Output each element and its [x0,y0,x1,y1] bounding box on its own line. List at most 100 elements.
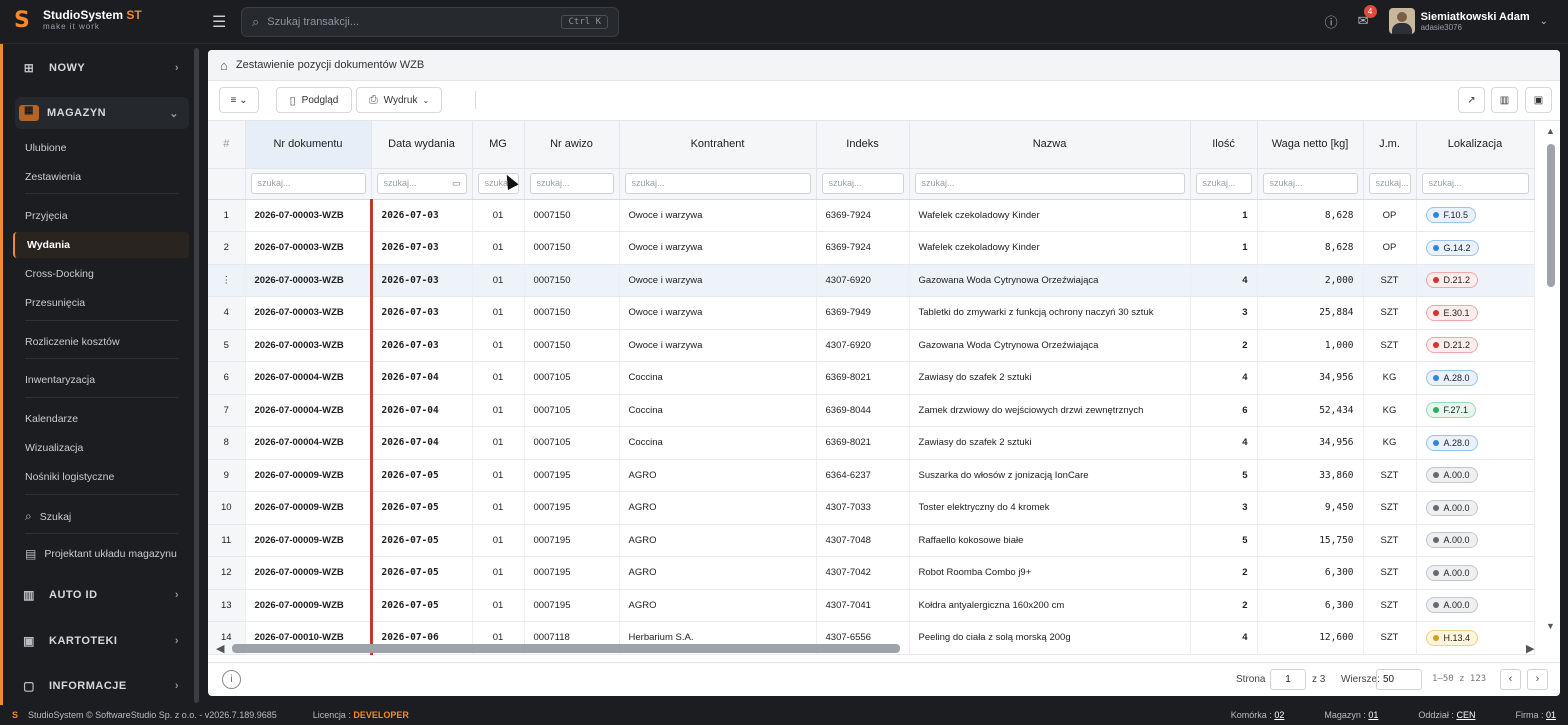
table-row[interactable]: 1 2026-07-00003-WZB 2026-07-03 01 0007150 Owo… [208,199,1535,232]
filter-input[interactable]: szukaj... [914,173,1185,194]
table-row[interactable]: 10 2026-07-00009-WZB 2026-07-05 01 0007195 AG… [208,491,1535,525]
location-badge[interactable]: F.10.5 [1425,207,1477,224]
sidebar-item-zestawienia[interactable]: Zestawienia [25,171,81,183]
scroll-up-icon[interactable]: ▲ [1546,126,1555,136]
scroll-down-icon[interactable]: ▼ [1546,621,1555,631]
location-badge[interactable]: F.27.1 [1425,402,1477,419]
column-header[interactable]: Nazwa [909,121,1191,169]
date-filter-input[interactable]: szukaj... ▭ [376,173,467,194]
table-row[interactable]: 4 2026-07-00003-WZB 2026-07-03 01 0007150 Owo… [208,296,1535,330]
location-badge[interactable]: D.21.2 [1425,272,1479,289]
sidebar-group-kartoteki[interactable]: ▣ KARTOTEKI › [15,625,189,657]
table-row[interactable]: ⋮ 2026-07-00003-WZB 2026-07-03 01 0007150 Owo… [208,264,1535,297]
user-menu[interactable]: Siemiatkowski Adam adasie3076 [1421,11,1530,32]
filter-input[interactable]: szukaj... [1368,173,1411,194]
filter-input[interactable]: szukaj... [624,173,811,194]
collapse-menu-icon[interactable]: ☰ [212,12,226,32]
cell-indicator[interactable]: Komórka : 02 [1211,710,1285,720]
columns-button[interactable]: ▥ [1491,87,1518,113]
horizontal-scrollbar[interactable]: ◀ ▶ [216,642,1538,656]
filter-input[interactable]: szukaj... [529,173,614,194]
column-header[interactable]: MG [472,121,525,169]
table-row[interactable]: 13 2026-07-00009-WZB 2026-07-05 01 0007195 AG… [208,589,1535,622]
filter-input[interactable]: szukaj... [250,173,366,194]
column-header[interactable]: Waga netto [kg] [1257,121,1364,169]
calendar-icon[interactable]: ▭ [452,174,461,193]
sidebar-item-cross-docking[interactable]: Cross-Docking [25,268,94,280]
location-badge[interactable]: A.00.0 [1425,532,1478,549]
search-input[interactable]: Szukaj transakcji... [267,16,561,28]
vertical-scrollbar[interactable]: ▲ ▼ [1546,126,1556,631]
sidebar-item-inwentaryzacja[interactable]: Inwentaryzacja [25,374,95,386]
table-row[interactable]: 12 2026-07-00009-WZB 2026-07-05 01 0007195 AG… [208,556,1535,590]
avatar[interactable] [1388,8,1415,34]
location-badge[interactable]: A.00.0 [1425,564,1478,581]
page-input[interactable]: 1 [1270,669,1306,690]
location-badge[interactable]: G.14.2 [1425,239,1479,256]
info-icon[interactable]: i [222,670,241,689]
sidebar-item-projektant[interactable]: ▤ Projektant układu magazynu [25,547,177,561]
info-icon[interactable]: ⓘ [1325,12,1338,31]
chart-button[interactable]: ↗ [1458,87,1485,113]
scroll-thumb[interactable] [1547,144,1555,287]
save-button[interactable]: ▣ [1525,87,1552,113]
warehouse-indicator[interactable]: Magazyn : 01 [1304,710,1378,720]
filter-input[interactable]: szukaj... [821,173,904,194]
table-row[interactable]: 8 2026-07-00004-WZB 2026-07-04 01 0007105 Coc… [208,426,1535,460]
column-header[interactable]: Data wydania [371,121,473,169]
table-row[interactable]: 11 2026-07-00009-WZB 2026-07-05 01 0007195 AG… [208,524,1535,557]
location-badge[interactable]: A.28.0 [1425,369,1478,386]
chevron-down-icon[interactable]: ⌄ [1540,16,1548,27]
column-header[interactable]: Nr awizo [524,121,620,169]
sidebar-item-ulubione[interactable]: Ulubione [25,142,66,154]
filter-input[interactable]: szukaj... [1262,173,1358,194]
column-header[interactable]: Lokalizacja [1416,121,1535,169]
filter-input[interactable]: szukaj... [1195,173,1252,194]
scroll-right-icon[interactable]: ▶ [1526,642,1534,655]
location-badge[interactable]: A.28.0 [1425,434,1478,451]
app-logo[interactable]: S StudioSystem ST make it work [14,9,142,33]
location-badge[interactable]: A.00.0 [1425,597,1478,614]
location-badge[interactable]: A.00.0 [1425,499,1478,516]
location-badge[interactable]: A.00.0 [1425,467,1478,484]
table-row[interactable]: 7 2026-07-00004-WZB 2026-07-04 01 0007105 Coc… [208,394,1535,427]
scroll-left-icon[interactable]: ◀ [216,642,224,655]
sidebar-scrollbar[interactable] [194,48,199,703]
company-indicator[interactable]: Firma : 01 [1495,710,1556,720]
mail-icon[interactable]: ✉ 4 [1358,5,1377,29]
transaction-search[interactable]: ⌕ Szukaj transakcji... Ctrl K [241,7,619,37]
home-icon[interactable]: ⌂ [220,58,228,73]
filter-input[interactable]: szukaj... [1421,173,1529,194]
print-button[interactable]: ⎙ Wydruk ⌄ [356,87,442,113]
table-row[interactable]: 9 2026-07-00009-WZB 2026-07-05 01 0007195 AGR… [208,459,1535,492]
table-row[interactable]: 6 2026-07-00004-WZB 2026-07-04 01 0007105 Coc… [208,361,1535,395]
sidebar-group-nowy[interactable]: ⊞ NOWY › [15,52,189,84]
column-header[interactable]: J.m. [1363,121,1417,169]
sidebar-item-wydania[interactable]: Wydania [13,232,189,258]
scroll-thumb[interactable] [232,644,900,653]
column-header[interactable]: Kontrahent [619,121,817,169]
sidebar-item-przesuniecia[interactable]: Przesunięcia [25,297,85,309]
sidebar-item-wizualizacja[interactable]: Wizualizacja [25,442,83,454]
column-header[interactable]: Indeks [816,121,910,169]
prev-page-button[interactable]: ‹ [1500,669,1521,690]
sidebar-item-nosniki[interactable]: Nośniki logistyczne [25,471,114,483]
menu-button[interactable]: ≡ ⌄ [219,87,259,113]
table-row[interactable]: 2 2026-07-00003-WZB 2026-07-03 01 0007150 Owo… [208,231,1535,265]
rows-per-page-select[interactable]: 50 [1376,669,1422,690]
location-badge[interactable]: D.21.2 [1425,337,1479,354]
column-header[interactable]: Nr dokumentu [245,121,372,169]
next-page-button[interactable]: › [1527,669,1548,690]
sidebar-item-rozliczenie-kosztow[interactable]: Rozliczenie kosztów [25,336,120,348]
sidebar-group-auto-id[interactable]: ▥ AUTO ID › [15,579,189,611]
sidebar-item-szukaj[interactable]: ⌕ Szukaj [25,509,71,524]
sidebar-item-przyjecia[interactable]: Przyjęcia [25,210,68,222]
sidebar-item-kalendarze[interactable]: Kalendarze [25,413,78,425]
column-header[interactable]: Ilość [1190,121,1258,169]
table-row[interactable]: 5 2026-07-00003-WZB 2026-07-03 01 0007150 Owo… [208,329,1535,362]
sidebar-group-informacje[interactable]: ▢ INFORMACJE › [15,670,189,702]
preview-button[interactable]: ▯ Podgląd [276,87,352,113]
location-badge[interactable]: E.30.1 [1425,304,1478,321]
sidebar-group-magazyn[interactable]: ▦ MAGAZYN ⌄ [15,97,189,129]
branch-indicator[interactable]: Oddział : CEN [1398,710,1475,720]
